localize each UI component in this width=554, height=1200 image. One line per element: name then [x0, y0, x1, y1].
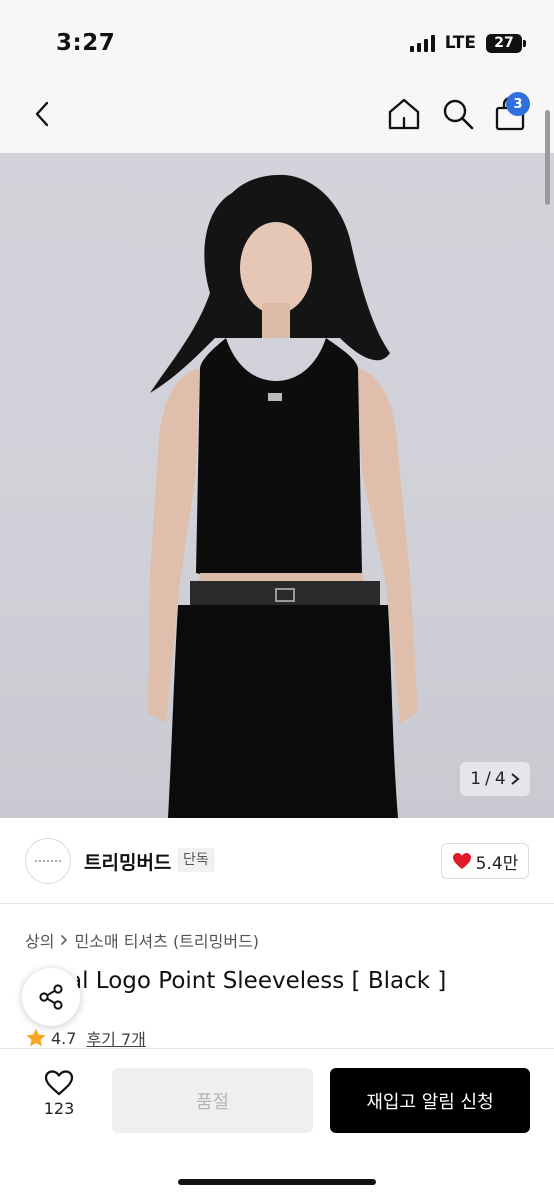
brand-like-button[interactable]: 5.4만 [441, 843, 529, 879]
soldout-button[interactable]: 품절 [112, 1068, 313, 1133]
rating-row: 4.7 후기 7개 [25, 1026, 146, 1050]
brand-name[interactable]: 트리밍버드 [84, 848, 171, 875]
review-count-link[interactable]: 후기 7개 [86, 1026, 145, 1050]
breadcrumb-subcategory[interactable]: 민소매 티셔츠 (트리밍버드) [74, 928, 259, 952]
brand-like-count: 5.4만 [475, 853, 519, 874]
battery-icon: 27 [486, 33, 526, 53]
scroll-indicator [545, 110, 550, 205]
product-image[interactable] [0, 153, 554, 818]
status-indicators: LTE 27 [409, 33, 526, 53]
star-icon [26, 1028, 46, 1047]
status-bar: 3:27 LTE 27 [0, 0, 554, 86]
chevron-right-icon [61, 934, 68, 946]
search-button[interactable] [438, 94, 478, 134]
model-photo [148, 174, 418, 818]
product-title: Metal Logo Point Sleeveless [ Black ] [25, 968, 447, 994]
brand-exclusive-tag: 단독 [177, 848, 215, 872]
chevron-left-icon [35, 101, 49, 127]
pager-separator: / [485, 769, 491, 789]
pager-current: 1 [470, 769, 482, 789]
share-icon [39, 984, 63, 1010]
home-button[interactable] [384, 94, 424, 134]
back-button[interactable] [26, 94, 58, 134]
battery-level: 27 [494, 35, 514, 51]
pager-total: 4 [494, 769, 506, 789]
home-indicator [178, 1179, 376, 1185]
wishlist-button[interactable]: 123 [30, 1069, 88, 1129]
image-pager[interactable]: 1 / 4 [460, 762, 530, 796]
cart-count-badge: 3 [506, 92, 530, 116]
signal-icon [409, 34, 435, 52]
breadcrumb-category[interactable]: 상의 [25, 928, 54, 952]
heart-icon [452, 853, 471, 869]
wishlist-count: 123 [43, 1099, 75, 1118]
breadcrumb: 상의 민소매 티셔츠 (트리밍버드) [25, 928, 259, 952]
top-navigation: 3 [0, 86, 554, 153]
bottom-action-bar: 123 품절 재입고 알림 신청 [0, 1048, 554, 1200]
brand-row: 트리밍버드 단독 5.4만 [0, 818, 554, 904]
search-icon [443, 99, 474, 130]
network-type: LTE [444, 33, 476, 53]
status-time: 3:27 [56, 30, 116, 56]
brand-logo[interactable] [25, 838, 71, 884]
restock-alert-button[interactable]: 재입고 알림 신청 [330, 1068, 530, 1133]
rating-value: 4.7 [51, 1028, 77, 1048]
home-icon [388, 98, 420, 130]
chevron-right-icon [511, 773, 520, 785]
heart-outline-icon [44, 1070, 74, 1096]
share-button[interactable] [22, 968, 80, 1026]
